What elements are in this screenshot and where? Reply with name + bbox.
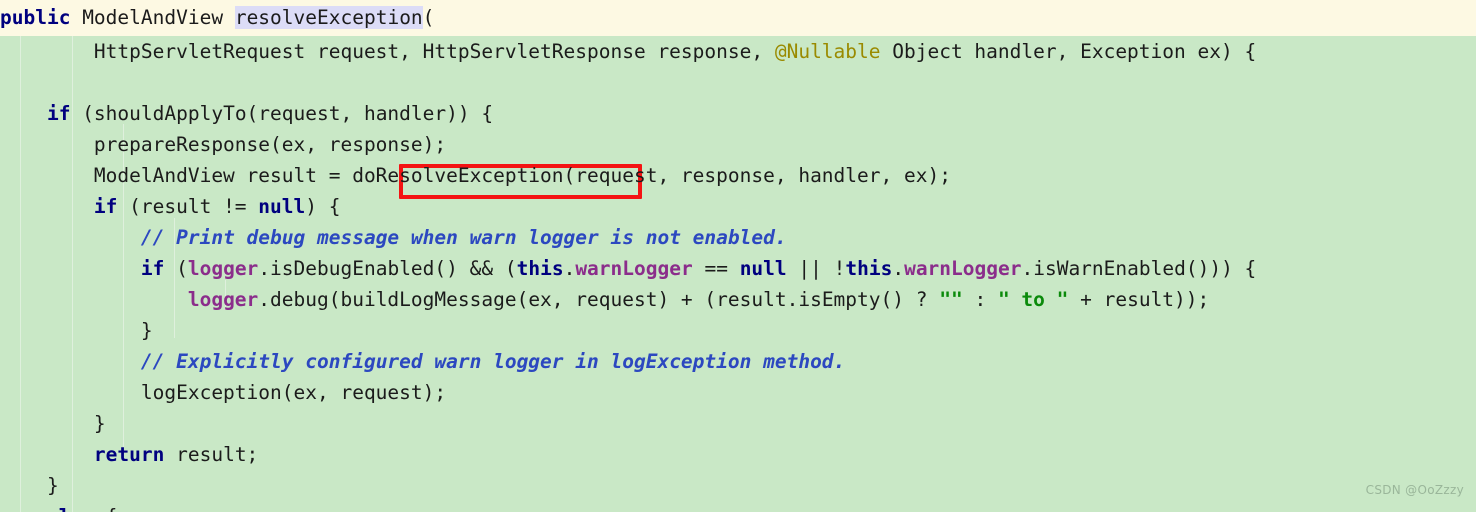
condition-result-not-null-end: ) { <box>305 195 341 218</box>
open-paren: ( <box>422 6 435 29</box>
string-to: " to " <box>997 288 1069 311</box>
indent-9 <box>0 257 141 280</box>
code-line-15[interactable]: return result; <box>0 439 1476 470</box>
keyword-this-2: this <box>845 257 893 280</box>
text-9-2: .isDebugEnabled() && ( <box>258 257 517 280</box>
keyword-this-1: this <box>516 257 564 280</box>
field-warn-logger-2: warnLogger <box>904 257 1022 280</box>
text-9-3: . <box>563 257 576 280</box>
code-line-10[interactable]: logger.debug(buildLogMessage(ex, request… <box>0 284 1476 315</box>
close-brace-14: } <box>0 412 106 435</box>
keyword-if-1: if <box>46 102 71 125</box>
call-do-resolve-exception-args: (request, response, handler, ex); <box>563 164 951 187</box>
annotation-nullable: @Nullable <box>774 40 881 63</box>
code-line-1[interactable]: public ModelAndView resolveException( <box>0 0 1476 36</box>
text-9-4: == <box>692 257 740 280</box>
call-log-exception: logException(ex, request); <box>0 381 447 404</box>
text-9-1: ( <box>164 257 188 280</box>
text-9-7: .isWarnEnabled())) { <box>1021 257 1257 280</box>
comment-explicitly-configured: // Explicitly configured warn logger in … <box>140 350 846 373</box>
code-line-2[interactable]: HttpServletRequest request, HttpServletR… <box>0 36 1476 67</box>
keyword-null-1: null <box>258 195 306 218</box>
method-name-resolve-exception[interactable]: resolveException <box>234 6 423 29</box>
code-line-14[interactable]: } <box>0 408 1476 439</box>
field-warn-logger-1: warnLogger <box>575 257 693 280</box>
indent-8 <box>0 226 141 249</box>
close-brace-16: } <box>0 474 59 497</box>
assign-result-prefix: ModelAndView result = <box>0 164 353 187</box>
params-before-annotation: HttpServletRequest request, HttpServletR… <box>0 40 775 63</box>
code-line-3[interactable] <box>0 67 1476 98</box>
code-line-13[interactable]: logException(ex, request); <box>0 377 1476 408</box>
code-line-5[interactable]: prepareResponse(ex, response); <box>0 129 1476 160</box>
code-line-8[interactable]: // Print debug message when warn logger … <box>0 222 1476 253</box>
field-logger-1: logger <box>187 257 259 280</box>
field-logger-2: logger <box>187 288 259 311</box>
text-10-3: + result)); <box>1068 288 1210 311</box>
indent-7 <box>0 195 94 218</box>
code-line-12[interactable]: // Explicitly configured warn logger in … <box>0 346 1476 377</box>
code-line-16[interactable]: } <box>0 470 1476 501</box>
code-line-4[interactable]: if (shouldApplyTo(request, handler)) { <box>0 98 1476 129</box>
code-line-17[interactable]: else { <box>0 501 1476 512</box>
keyword-return: return <box>93 443 165 466</box>
code-editor[interactable]: public ModelAndView resolveException( Ht… <box>0 0 1476 512</box>
params-after-annotation: Object handler, Exception ex) { <box>880 40 1257 63</box>
string-empty: "" <box>939 288 963 311</box>
code-line-7[interactable]: if (result != null) { <box>0 191 1476 222</box>
indent-10 <box>0 288 188 311</box>
indent-17 <box>0 505 47 512</box>
text-10-2: : <box>962 288 998 311</box>
keyword-null-2: null <box>739 257 787 280</box>
code-lines[interactable]: public ModelAndView resolveException( Ht… <box>0 0 1476 512</box>
keyword-if-2: if <box>93 195 118 218</box>
type-model-and-view: ModelAndView <box>70 6 235 29</box>
call-do-resolve-exception[interactable]: doResolveException <box>352 164 563 187</box>
keyword-else: else <box>47 505 94 512</box>
close-brace-11: } <box>0 319 153 342</box>
code-line-6[interactable]: ModelAndView result = doResolveException… <box>0 160 1476 191</box>
comment-print-debug-message: // Print debug message when warn logger … <box>140 226 787 249</box>
keyword-public: public <box>0 6 71 29</box>
code-line-11[interactable]: } <box>0 315 1476 346</box>
condition-result-not-null-mid: (result != <box>117 195 259 218</box>
code-line-9[interactable]: if (logger.isDebugEnabled() && (this.war… <box>0 253 1476 284</box>
indent-12 <box>0 350 141 373</box>
text-17: { <box>94 505 118 512</box>
text-9-6: . <box>892 257 905 280</box>
return-value-result: result; <box>164 443 259 466</box>
keyword-if-3: if <box>140 257 165 280</box>
text-9-5: || ! <box>786 257 846 280</box>
indent-4 <box>0 102 47 125</box>
text-10-1: .debug(buildLogMessage(ex, request) + (r… <box>258 288 940 311</box>
condition-should-apply-to: (shouldApplyTo(request, handler)) { <box>70 102 494 125</box>
watermark: CSDN @OoZzzy <box>1365 483 1464 497</box>
call-prepare-response: prepareResponse(ex, response); <box>0 133 447 156</box>
indent-15 <box>0 443 94 466</box>
